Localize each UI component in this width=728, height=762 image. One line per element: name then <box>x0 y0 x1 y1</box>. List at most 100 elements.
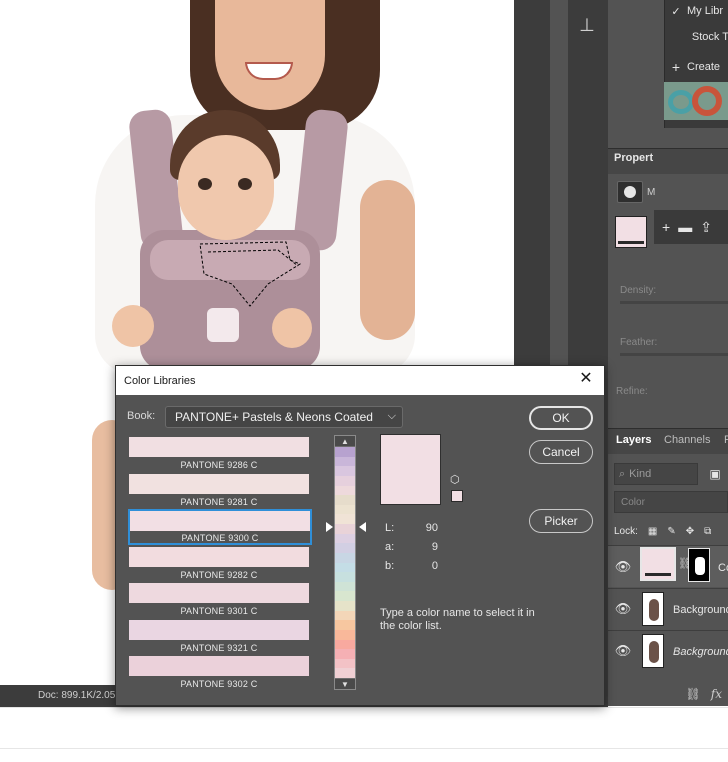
book-select[interactable]: PANTONE+ Pastels & Neons Coated ⌵ <box>165 406 403 428</box>
photo-baby-face <box>178 135 274 240</box>
swatch-name: PANTONE 9301 C <box>180 606 258 616</box>
color-swatch-list[interactable]: PANTONE 9286 C PANTONE 9281 C PANTONE 9300… <box>128 436 312 692</box>
spectrum-band[interactable] <box>335 601 355 611</box>
dialog-title: Color Libraries <box>124 375 196 387</box>
swatch-chip <box>129 619 309 640</box>
layer-thumbnail[interactable] <box>642 592 664 626</box>
link-layers-icon[interactable]: ⛓ <box>686 687 701 701</box>
feather-slider[interactable] <box>620 353 728 356</box>
lab-l-label: L: <box>385 522 395 534</box>
ok-button[interactable]: OK <box>529 406 593 430</box>
web-safe-swatch[interactable] <box>451 490 463 502</box>
spectrum-band[interactable] <box>335 514 355 524</box>
spectrum-band[interactable] <box>335 456 355 467</box>
swatch-item[interactable]: PANTONE 9281 C <box>128 473 312 509</box>
photo-woman-arm <box>360 180 415 340</box>
spectrum-band[interactable] <box>335 447 355 457</box>
tab-paths[interactable]: P <box>724 434 728 446</box>
layer-filter-kind[interactable]: ⌕ Kind <box>614 463 698 485</box>
spectrum-band[interactable] <box>335 495 355 505</box>
swatch-name: PANTONE 9286 C <box>180 460 258 470</box>
layer-fill-thumbnail[interactable] <box>640 547 676 581</box>
image-filter-icon[interactable]: ▣ <box>706 465 724 483</box>
cube-icon[interactable]: ⬡ <box>450 474 462 486</box>
scroll-down-icon[interactable]: ▼ <box>335 678 355 689</box>
cancel-button[interactable]: Cancel <box>529 440 593 464</box>
swatch-chip <box>129 473 309 494</box>
swatch-item[interactable]: PANTONE 9286 C <box>128 436 312 472</box>
background-strip <box>0 707 728 762</box>
spectrum-band[interactable] <box>335 658 355 669</box>
layer-name[interactable]: Co <box>718 562 728 574</box>
marching-ants-selection[interactable] <box>198 240 306 308</box>
swatch-item[interactable]: PANTONE 9300 C <box>128 509 312 545</box>
swatch-item[interactable]: PANTONE 9302 C <box>128 655 312 691</box>
menu-item-create[interactable]: + Create <box>665 56 728 78</box>
swatch-item[interactable]: PANTONE 9301 C <box>128 582 312 618</box>
spectrum-band[interactable] <box>335 572 355 582</box>
eye-icon[interactable]: 👁 <box>615 601 632 616</box>
spectrum-slider-handle-left[interactable] <box>326 522 333 532</box>
spectrum-band[interactable] <box>335 552 355 563</box>
close-icon[interactable]: ✕ <box>578 371 594 387</box>
stamp-tool-icon[interactable]: ⊥ <box>570 10 604 40</box>
lab-a-label: a: <box>385 541 395 553</box>
spectrum-band[interactable] <box>335 649 355 659</box>
scroll-up-icon[interactable]: ▲ <box>335 436 355 447</box>
spectrum-band[interactable] <box>335 485 355 496</box>
blend-mode-select[interactable]: Color <box>614 491 728 513</box>
spectrum-band[interactable] <box>335 524 355 534</box>
layer-name[interactable]: Background <box>673 604 728 616</box>
spectrum-band[interactable] <box>335 581 355 592</box>
swatch-name: PANTONE 9300 C <box>181 533 259 543</box>
lock-move-icon[interactable]: ✥ <box>686 526 694 537</box>
spectrum-band[interactable] <box>335 620 355 630</box>
spectrum-band[interactable] <box>335 466 355 476</box>
density-label: Density: <box>620 285 657 296</box>
upload-icon[interactable]: ⇪ <box>700 219 712 236</box>
lock-brush-icon[interactable]: ✎ <box>667 526 675 537</box>
spectrum-band[interactable] <box>335 610 355 621</box>
picker-button[interactable]: Picker <box>529 509 593 533</box>
spectrum-band[interactable] <box>335 533 355 544</box>
swatch-item[interactable]: PANTONE 9321 C <box>128 619 312 655</box>
add-icon[interactable]: + <box>662 219 670 235</box>
folder-icon[interactable]: ▬ <box>678 219 692 235</box>
plus-icon: + <box>671 59 681 75</box>
spectrum-band[interactable] <box>335 591 355 601</box>
menu-item-stock[interactable]: Stock T <box>665 26 728 48</box>
swatch-item[interactable]: PANTONE 9282 C <box>128 546 312 582</box>
spectrum-band[interactable] <box>335 504 355 515</box>
fx-icon[interactable]: fx <box>711 687 722 701</box>
layer-mask-thumbnail[interactable] <box>688 548 710 582</box>
tab-channels[interactable]: Channels <box>664 434 710 446</box>
layer-thumbnail[interactable] <box>642 634 664 668</box>
color-spectrum-slider[interactable]: ▲ ▼ <box>334 435 356 690</box>
mask-icon[interactable] <box>617 181 643 203</box>
dialog-titlebar[interactable]: Color Libraries ✕ <box>116 366 604 395</box>
spectrum-band[interactable] <box>335 543 355 553</box>
spectrum-bands[interactable] <box>335 447 355 678</box>
book-label: Book: <box>127 410 156 422</box>
density-slider[interactable] <box>620 301 728 304</box>
layer-name[interactable]: Background <box>673 646 728 658</box>
menu-item-my-library[interactable]: ✓ My Libr <box>665 0 728 22</box>
lock-artboard-icon[interactable]: ⧉ <box>704 526 711 537</box>
tab-properties[interactable]: Propert <box>614 152 653 164</box>
spectrum-slider-handle-right[interactable] <box>359 522 366 532</box>
photo-baby-hand <box>112 305 154 347</box>
eye-icon[interactable]: 👁 <box>615 643 632 658</box>
doc-size-readout[interactable]: Doc: 899.1K/2.05... <box>38 690 124 701</box>
tab-layers[interactable]: Layers <box>616 434 651 446</box>
refine-label: Refine: <box>616 386 648 397</box>
spectrum-band[interactable] <box>335 629 355 640</box>
library-thumbnail[interactable] <box>664 82 728 120</box>
spectrum-band[interactable] <box>335 668 355 678</box>
spectrum-band[interactable] <box>335 475 355 486</box>
spectrum-band[interactable] <box>335 639 355 650</box>
color-libraries-dialog: Color Libraries ✕ Book: PANTONE+ Pastels… <box>115 365 605 706</box>
eye-icon[interactable]: 👁 <box>615 559 632 574</box>
spectrum-band[interactable] <box>335 562 355 573</box>
fill-color-swatch[interactable] <box>615 216 647 248</box>
lock-transparent-icon[interactable]: ▦ <box>648 526 657 537</box>
